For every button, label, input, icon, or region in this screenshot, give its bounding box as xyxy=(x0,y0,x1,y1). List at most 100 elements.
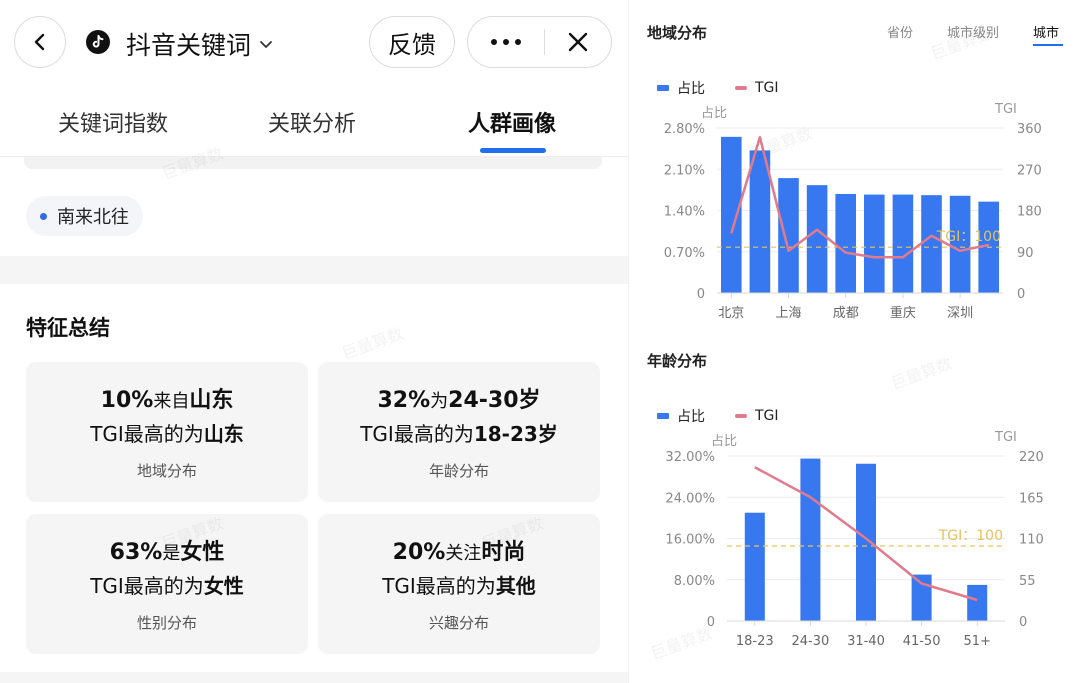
card-tgi-line: TGI最高的为山东 xyxy=(90,422,244,446)
y-tick-label-left: 0 xyxy=(697,287,705,302)
content-card-edge xyxy=(24,157,602,169)
y-tick-label-right: 0 xyxy=(1019,615,1027,630)
age-section-title: 年龄分布 xyxy=(647,352,708,370)
card-tgi-line: TGI最高的为其他 xyxy=(382,574,536,598)
x-tick-label: 上海 xyxy=(775,306,801,321)
segment-city[interactable]: 城市 xyxy=(1033,22,1059,41)
top-bar: 抖音关键词 反馈 xyxy=(0,0,628,90)
bottom-strip xyxy=(0,672,628,683)
card-headline: 10%来自山东 xyxy=(100,388,234,413)
right-panel: 地域分布 省份 城市级别 城市 占比 TGI 占比 TGI 0 0 0.70% 90 1… xyxy=(628,0,1080,683)
back-button[interactable] xyxy=(14,16,66,68)
x-tick-label: 31-40 xyxy=(847,634,885,649)
y-tick-label-left: 2.10% xyxy=(664,163,705,178)
legend-share-swatch xyxy=(657,85,669,91)
y-tick-label-right: 90 xyxy=(1017,246,1034,261)
legend-tgi-swatch xyxy=(735,86,747,90)
x-tick-label: 18-23 xyxy=(736,634,774,649)
y-tick-label-left: 1.40% xyxy=(664,205,705,220)
active-tab-indicator xyxy=(480,148,546,153)
capsule-divider xyxy=(544,29,545,55)
left-panel: 抖音关键词 反馈 关键词指数 关联分析 人群画像 南来北往 特征总结 10%来自… xyxy=(0,0,628,683)
y-tick-label-left: 0.70% xyxy=(664,246,705,261)
region-chart: 0 0 0.70% 90 1.40% 180 2.10% 270 2.80% 360 北京 上海 成都 重… xyxy=(664,122,1042,321)
feature-card-region[interactable]: 10%来自山东 TGI最高的为山东 地域分布 xyxy=(26,362,308,502)
y-tick-label-left: 24.00% xyxy=(665,491,715,506)
feature-summary-title: 特征总结 xyxy=(26,316,110,340)
tab-keyword-index[interactable]: 关键词指数 xyxy=(58,106,168,138)
y-tick-label-right: 165 xyxy=(1019,491,1044,506)
segment-province[interactable]: 省份 xyxy=(887,22,913,41)
tab-bar: 关键词指数 关联分析 人群画像 xyxy=(0,92,628,158)
chevron-down-icon xyxy=(260,41,272,49)
keyword-tag[interactable]: 南来北往 xyxy=(26,196,143,236)
app-title-text: 抖音关键词 xyxy=(126,31,252,60)
y-tick-label-left: 16.00% xyxy=(665,533,715,548)
x-tick-label: 41-50 xyxy=(903,634,941,649)
section-gap xyxy=(0,256,628,284)
tab-related-analysis[interactable]: 关联分析 xyxy=(268,106,356,138)
card-headline: 20%关注时尚 xyxy=(392,540,526,565)
douyin-logo-icon xyxy=(86,30,110,54)
legend-share-swatch xyxy=(657,413,669,419)
bar-share xyxy=(967,584,988,621)
y-tick-label-left: 8.00% xyxy=(674,574,715,589)
region-legend: 占比 TGI xyxy=(657,78,779,98)
card-headline: 32%为24-30岁 xyxy=(377,388,541,413)
age-legend: 占比 TGI xyxy=(657,406,779,426)
x-tick-label: 深圳 xyxy=(947,306,973,321)
legend-tgi-label: TGI xyxy=(755,80,779,96)
chevron-left-icon xyxy=(34,33,45,51)
bar-share xyxy=(806,185,828,293)
bar-share xyxy=(749,150,771,293)
keyword-tag-label: 南来北往 xyxy=(57,207,129,228)
legend-share-label: 占比 xyxy=(677,81,705,97)
y-tick-label-right: 220 xyxy=(1019,450,1044,465)
watermark: 巨量算数 xyxy=(339,323,406,364)
x-tick-label: 重庆 xyxy=(890,305,916,321)
y-tick-label-left: 32.00% xyxy=(665,450,715,465)
feature-card-interest[interactable]: 20%关注时尚 TGI最高的为其他 兴趣分布 xyxy=(318,514,600,654)
feature-card-age[interactable]: 32%为24-30岁 TGI最高的为18-23岁 年龄分布 xyxy=(318,362,600,502)
y-tick-label-right: 110 xyxy=(1019,533,1044,548)
bar-share xyxy=(835,194,856,293)
card-category: 年龄分布 xyxy=(428,462,489,480)
y-tick-label-right: 270 xyxy=(1017,163,1042,178)
y-tick-label-right: 360 xyxy=(1017,122,1042,137)
bar-share xyxy=(778,178,799,293)
app-title[interactable]: 抖音关键词 xyxy=(126,26,273,62)
bar-share xyxy=(744,512,765,621)
y-tick-label-right: 180 xyxy=(1017,205,1042,220)
legend-tgi-swatch xyxy=(735,414,747,418)
tgi-reference-label: TGI：100 xyxy=(938,528,1003,544)
y-tick-label-right: 55 xyxy=(1019,574,1036,589)
tab-audience-profile[interactable]: 人群画像 xyxy=(468,106,556,138)
card-tgi-line: TGI最高的为18-23岁 xyxy=(360,422,558,446)
bar-share xyxy=(721,136,742,293)
legend-tgi-label: TGI xyxy=(755,408,779,424)
x-tick-label: 成都 xyxy=(833,306,859,321)
card-category: 性别分布 xyxy=(136,614,197,632)
x-tick-label: 北京 xyxy=(718,306,744,321)
bar-share xyxy=(800,458,821,621)
region-section-title: 地域分布 xyxy=(647,24,708,42)
card-category: 兴趣分布 xyxy=(428,614,489,632)
bar-share xyxy=(911,574,932,621)
more-icon[interactable] xyxy=(490,38,522,46)
legend-share-label: 占比 xyxy=(677,409,705,425)
card-category: 地域分布 xyxy=(136,462,197,480)
y-tick-label-left: 2.80% xyxy=(664,122,705,137)
watermark: 巨量算数 xyxy=(888,353,955,394)
x-tick-label: 51+ xyxy=(963,634,990,649)
card-tgi-line: TGI最高的为女性 xyxy=(90,574,244,598)
y-tick-label-right: 0 xyxy=(1017,287,1025,302)
x-tick-label: 24-30 xyxy=(792,634,830,649)
feedback-button[interactable]: 反馈 xyxy=(369,16,455,68)
bar-share xyxy=(892,194,914,293)
miniapp-capsule xyxy=(467,16,612,68)
tag-dot xyxy=(40,212,47,220)
active-segment-indicator xyxy=(1033,44,1063,46)
bar-share xyxy=(855,463,877,621)
close-icon[interactable] xyxy=(567,31,589,53)
bar-share xyxy=(864,194,885,293)
